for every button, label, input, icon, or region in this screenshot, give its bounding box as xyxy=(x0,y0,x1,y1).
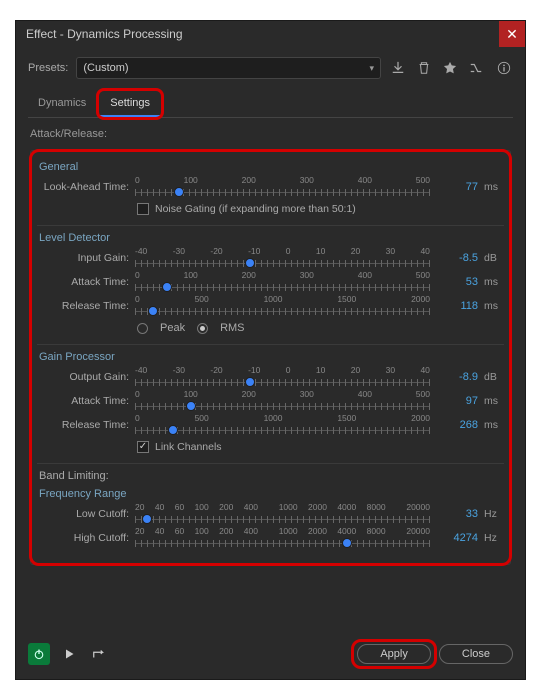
ld-attack-slider[interactable]: 0100200300400500 xyxy=(135,271,430,293)
high-cutoff-slider[interactable]: 204060100200400100020004000800020000 xyxy=(135,527,430,549)
look-ahead-row: Look-Ahead Time: 0100200300400500 77 ms xyxy=(37,175,504,199)
trash-icon[interactable] xyxy=(415,59,433,77)
presets-toolbar: Presets: (Custom) ▾ xyxy=(16,47,525,87)
tab-dynamics[interactable]: Dynamics xyxy=(28,91,96,117)
link-channels-row: Link Channels xyxy=(37,437,504,457)
titlebar: Effect - Dynamics Processing ✕ xyxy=(16,21,525,47)
gp-attack-slider[interactable]: 0100200300400500 xyxy=(135,390,430,412)
group-band-limiting: Band Limiting: Frequency Range Low Cutof… xyxy=(37,470,504,550)
output-gain-label: Output Gain: xyxy=(37,371,129,383)
noise-gating-label: Noise Gating (if expanding more than 50:… xyxy=(155,203,356,215)
effect-window: Effect - Dynamics Processing ✕ Presets: … xyxy=(15,20,526,680)
noise-gating-checkbox[interactable] xyxy=(137,203,149,215)
gp-attack-value[interactable]: 97 xyxy=(436,395,478,407)
tab-settings[interactable]: Settings xyxy=(100,91,160,117)
ld-release-value[interactable]: 118 xyxy=(436,300,478,312)
band-limiting-title: Band Limiting: xyxy=(39,470,504,482)
rms-radio[interactable] xyxy=(197,323,208,334)
peak-radio[interactable] xyxy=(137,323,148,334)
apply-button[interactable]: Apply xyxy=(357,644,431,664)
look-ahead-unit: ms xyxy=(484,181,504,193)
loop-icon[interactable] xyxy=(88,643,110,665)
output-gain-slider[interactable]: -40-30-20-10010203040 xyxy=(135,366,430,388)
look-ahead-label: Look-Ahead Time: xyxy=(37,181,129,193)
level-detector-title: Level Detector xyxy=(39,232,504,244)
high-cutoff-label: High Cutoff: xyxy=(37,532,129,544)
gp-release-label: Release Time: xyxy=(37,419,129,431)
low-cutoff-value[interactable]: 33 xyxy=(436,508,478,520)
look-ahead-slider[interactable]: 0100200300400500 xyxy=(135,176,430,198)
ld-attack-value[interactable]: 53 xyxy=(436,276,478,288)
close-icon[interactable]: ✕ xyxy=(499,21,525,47)
gp-attack-label: Attack Time: xyxy=(37,395,129,407)
settings-body: Attack/Release: General Look-Ahead Time:… xyxy=(16,118,525,633)
preset-value: (Custom) xyxy=(83,62,128,74)
output-gain-value[interactable]: -8.9 xyxy=(436,371,478,383)
window-title: Effect - Dynamics Processing xyxy=(26,27,183,41)
ld-release-label: Release Time: xyxy=(37,300,129,312)
star-icon[interactable] xyxy=(441,59,459,77)
chevron-down-icon: ▾ xyxy=(369,63,374,74)
noise-gating-row: Noise Gating (if expanding more than 50:… xyxy=(37,199,504,219)
attack-release-header: Attack/Release: xyxy=(28,122,513,140)
input-gain-label: Input Gain: xyxy=(37,252,129,264)
presets-label: Presets: xyxy=(28,62,68,74)
link-channels-label: Link Channels xyxy=(155,441,222,453)
input-gain-slider[interactable]: -40-30-20-10010203040 xyxy=(135,247,430,269)
settings-panel: General Look-Ahead Time: 010020030040050… xyxy=(30,150,511,565)
save-preset-icon[interactable] xyxy=(389,59,407,77)
general-title: General xyxy=(39,161,504,173)
low-cutoff-slider[interactable]: 204060100200400100020004000800020000 xyxy=(135,503,430,525)
info-icon[interactable] xyxy=(495,59,513,77)
link-channels-checkbox[interactable] xyxy=(137,441,149,453)
footer: Apply Close xyxy=(16,633,525,679)
play-button[interactable] xyxy=(58,643,80,665)
tabs: Dynamics Settings xyxy=(28,91,513,118)
ld-release-slider[interactable]: 0500100015002000 xyxy=(135,295,430,317)
preset-select[interactable]: (Custom) ▾ xyxy=(76,57,381,79)
freq-range-title: Frequency Range xyxy=(39,488,504,500)
gp-release-slider[interactable]: 0500100015002000 xyxy=(135,414,430,436)
group-general: General Look-Ahead Time: 010020030040050… xyxy=(37,161,504,219)
group-level-detector: Level Detector Input Gain: -40-30-20-100… xyxy=(37,232,504,338)
group-gain-processor: Gain Processor Output Gain: -40-30-20-10… xyxy=(37,351,504,457)
gain-processor-title: Gain Processor xyxy=(39,351,504,363)
look-ahead-value[interactable]: 77 xyxy=(436,181,478,193)
input-gain-value[interactable]: -8.5 xyxy=(436,252,478,264)
detector-mode: Peak RMS xyxy=(37,318,504,338)
route-icon[interactable] xyxy=(467,59,485,77)
high-cutoff-value[interactable]: 4274 xyxy=(436,532,478,544)
gp-release-value[interactable]: 268 xyxy=(436,419,478,431)
close-button[interactable]: Close xyxy=(439,644,513,664)
low-cutoff-label: Low Cutoff: xyxy=(37,508,129,520)
ld-attack-label: Attack Time: xyxy=(37,276,129,288)
power-button[interactable] xyxy=(28,643,50,665)
